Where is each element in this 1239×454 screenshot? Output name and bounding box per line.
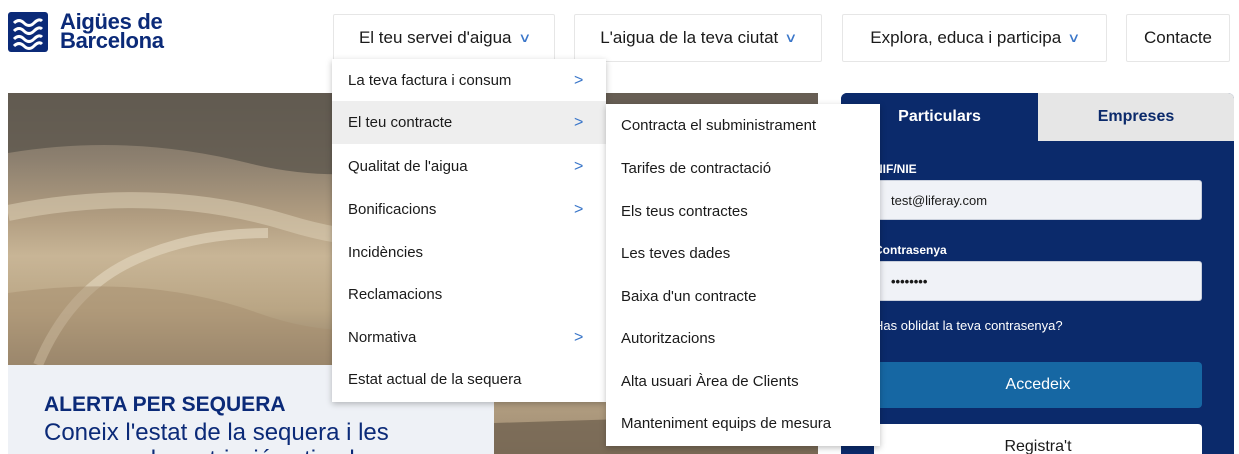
menu-item-normativa[interactable]: Normativa > [332, 316, 606, 359]
nav-servei-aigua[interactable]: El teu servei d'aigua ∨ [333, 14, 555, 62]
menu-item-label: El teu contracte [348, 114, 453, 131]
servei-aigua-dropdown: La teva factura i consum > El teu contra… [332, 59, 606, 402]
password-input[interactable]: •••••••• [874, 261, 1202, 301]
submenu-item[interactable]: Contracta el subministrament [606, 104, 880, 146]
menu-item-bonificacions[interactable]: Bonificacions > [332, 188, 606, 231]
tab-empreses[interactable]: Empreses [1038, 93, 1234, 141]
waves-logo-icon [8, 12, 48, 52]
chevron-right-icon: > [574, 71, 584, 89]
nav-label: Explora, educa i participa [870, 28, 1062, 47]
nav-contacte[interactable]: Contacte [1126, 14, 1230, 62]
hero-subtitle[interactable]: Coneix l'estat de la sequera i les mesur… [44, 419, 464, 454]
nav-aigua-ciutat[interactable]: L'aigua de la teva ciutat ∨ [574, 14, 822, 62]
chevron-down-icon: ∨ [784, 30, 798, 45]
chevron-right-icon: > [574, 157, 584, 175]
menu-item-label: Normativa [348, 329, 417, 346]
nav-label: L'aigua de la teva ciutat [600, 28, 779, 47]
site-header: Aigües de Barcelona El teu servei d'aigu… [0, 0, 1239, 80]
submenu-item[interactable]: Alta usuari Àrea de Clients [606, 360, 880, 402]
menu-item-contracte[interactable]: El teu contracte > [332, 101, 606, 144]
submenu-item[interactable]: Autoritzacions [606, 317, 880, 359]
submenu-item[interactable]: Els teus contractes [606, 190, 880, 232]
chevron-right-icon: > [574, 113, 584, 131]
nav-label: Contacte [1143, 28, 1213, 47]
nif-label: NIF/NIE [874, 162, 917, 176]
menu-item-label: Reclamacions [348, 286, 443, 303]
password-label: Contrasenya [874, 243, 947, 257]
menu-item-label: Qualitat de l'aigua [348, 158, 468, 175]
menu-item-incidencies[interactable]: Incidències [332, 231, 606, 274]
nif-input[interactable]: test@liferay.com [874, 180, 1202, 220]
chevron-right-icon: > [574, 200, 584, 218]
brand-logo[interactable]: Aigües de Barcelona [8, 11, 164, 53]
submenu-item[interactable]: Manteniment equips de mesura [606, 402, 880, 444]
contracte-submenu: Contracta el subministrament Tarifes de … [606, 104, 880, 446]
submenu-item[interactable]: Les teves dades [606, 232, 880, 274]
menu-item-label: Incidències [348, 244, 424, 261]
menu-item-reclamacions[interactable]: Reclamacions [332, 273, 606, 316]
chevron-right-icon: > [574, 328, 584, 346]
hero-title: ALERTA PER SEQUERA [44, 393, 286, 416]
menu-item-sequera[interactable]: Estat actual de la sequera [332, 358, 606, 401]
chevron-down-icon: ∨ [1067, 30, 1081, 45]
forgot-password-link[interactable]: Has oblidat la teva contrasenya? [874, 318, 1063, 333]
menu-item-factura[interactable]: La teva factura i consum > [332, 59, 606, 102]
menu-item-label: Estat actual de la sequera [348, 371, 522, 388]
nav-explora[interactable]: Explora, educa i participa ∨ [842, 14, 1107, 62]
nav-label: El teu servei d'aigua [358, 28, 512, 47]
chevron-down-icon: ∨ [517, 30, 531, 45]
menu-item-label: Bonificacions [348, 201, 437, 218]
register-button[interactable]: Registra't [874, 424, 1202, 454]
menu-item-label: La teva factura i consum [348, 72, 512, 89]
submenu-item[interactable]: Baixa d'un contracte [606, 275, 880, 317]
submenu-item[interactable]: Tarifes de contractació [606, 147, 880, 189]
brand-name: Aigües de Barcelona [60, 11, 164, 53]
menu-item-qualitat[interactable]: Qualitat de l'aigua > [332, 145, 606, 188]
brand-line2: Barcelona [60, 28, 164, 53]
login-button[interactable]: Accedeix [874, 362, 1202, 408]
